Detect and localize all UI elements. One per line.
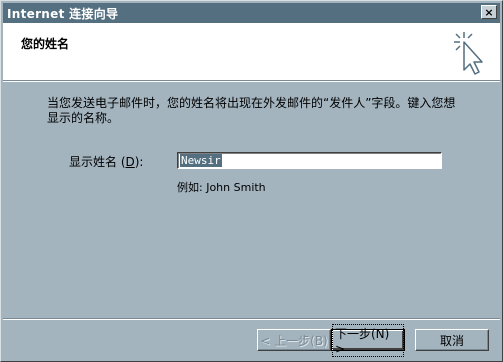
wizard-cursor-icon xyxy=(454,32,483,75)
label-suffix: ): xyxy=(134,155,144,169)
page-title: 您的姓名 xyxy=(21,37,70,51)
close-icon: × xyxy=(484,5,494,19)
back-button-label: < 上一步(B) xyxy=(260,333,328,348)
label-access-key: D xyxy=(125,155,135,169)
window-title: Internet 连接向导 xyxy=(7,6,119,21)
header-divider-highlight xyxy=(3,81,500,82)
back-button[interactable]: < 上一步(B) xyxy=(257,329,331,351)
cancel-button[interactable]: 取消 xyxy=(415,329,489,351)
display-name-input[interactable]: Newsir xyxy=(177,152,442,169)
instruction-text: 当您发送电子邮件时，您的姓名将出现在外发邮件的“发件人”字段。键入您想显示的名称… xyxy=(47,96,456,125)
display-name-value: Newsir xyxy=(180,154,222,167)
header-panel: 您的姓名 xyxy=(3,23,500,80)
next-button-label: 下一步(N) > xyxy=(332,323,404,357)
cancel-button-label: 取消 xyxy=(439,333,464,348)
close-button[interactable]: × xyxy=(481,5,497,19)
title-bar[interactable]: Internet 连接向导 × xyxy=(3,3,500,23)
display-name-label: 显示姓名 (D): xyxy=(69,153,143,170)
label-prefix: 显示姓名 ( xyxy=(69,155,126,169)
wizard-window: Internet 连接向导 × 您的姓名 当您发送电子邮件时，您的姓名将出现在外… xyxy=(0,0,503,362)
next-button[interactable]: 下一步(N) > xyxy=(331,323,405,357)
footer-divider-highlight xyxy=(3,319,500,320)
example-text: 例如: John Smith xyxy=(177,181,266,194)
